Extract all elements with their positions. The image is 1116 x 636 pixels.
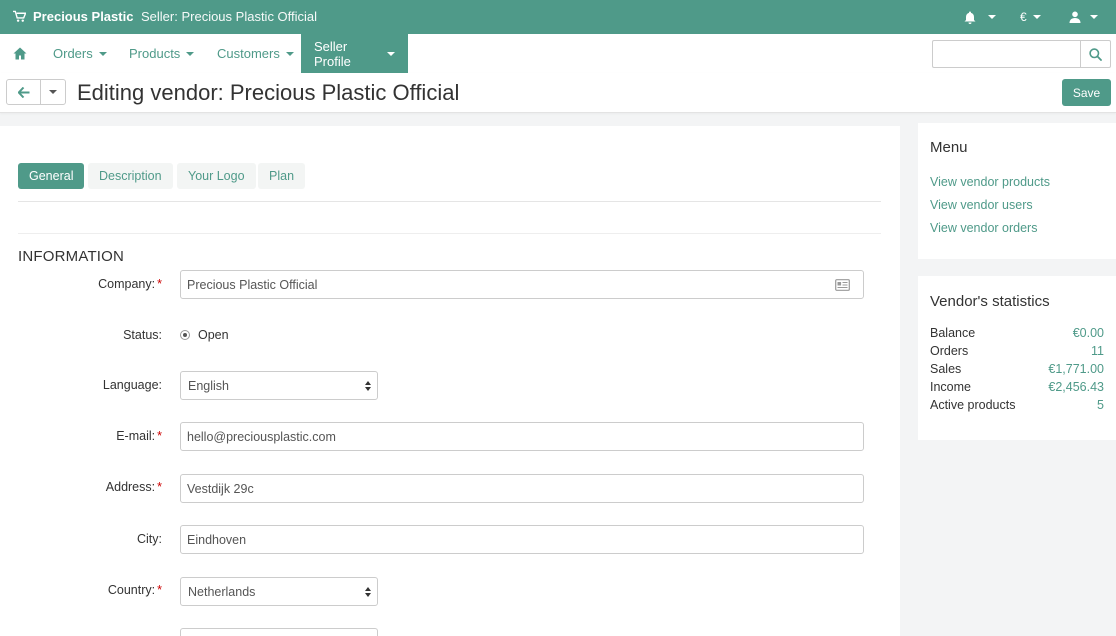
email-value: hello@preciousplastic.com [187,429,336,444]
email-field[interactable]: hello@preciousplastic.com [180,422,864,451]
chevron-down-icon [988,15,996,19]
required-mark: * [157,480,162,494]
contact-card-icon[interactable] [835,278,850,291]
required-mark: * [157,583,162,597]
arrow-left-icon [17,86,29,98]
country-label: Country: * [108,583,162,597]
company-value: Precious Plastic Official [187,277,318,292]
language-select[interactable]: English [180,371,378,400]
nav-customers[interactable]: Customers [204,34,307,73]
tab-your-logo[interactable]: Your Logo [177,163,256,189]
language-value: English [188,378,229,393]
status-open-label: Open [198,328,229,342]
brand-name[interactable]: Precious Plastic [33,9,133,24]
chevron-down-icon [98,51,107,56]
chevron-down-icon [1090,15,1098,19]
city-label: City: [137,532,162,546]
user-menu-dropdown[interactable] [1069,8,1098,26]
back-dropdown-button[interactable] [40,79,66,105]
stat-orders-label: Orders [930,344,969,358]
stat-income-label: Income [930,380,971,394]
notifications-dropdown[interactable] [964,8,996,26]
tabs-divider [18,201,881,202]
currency-dropdown[interactable]: € [1020,8,1041,26]
menu-title: Menu [930,139,968,156]
address-value: Vestdijk 29c [187,481,254,496]
stat-income-value[interactable]: €2,456.43 [1048,380,1104,394]
top-bar: Precious Plastic Seller: Precious Plasti… [0,0,1116,34]
nav-products[interactable]: Products [116,34,207,73]
chevron-down-icon [285,51,294,56]
currency-symbol: € [1020,10,1027,24]
chevron-down-icon [1032,15,1041,19]
address-label-text: Address: [105,480,156,494]
stat-balance-value[interactable]: €0.00 [1073,326,1104,340]
city-value: Eindhoven [187,532,247,547]
nav-seller-profile-label: Seller Profile [314,38,351,69]
search-input[interactable] [932,40,1081,68]
section-title: INFORMATION [18,248,125,265]
tab-general[interactable]: General [18,163,85,189]
view-vendor-orders-link[interactable]: View vendor orders [930,221,1037,235]
page-title: Editing vendor: Precious Plastic Officia… [77,80,460,105]
stat-active-products-value[interactable]: 5 [1097,398,1104,412]
chevron-down-icon [387,51,395,56]
select-arrows-icon [365,380,371,391]
company-label-text: Company: [98,277,156,291]
vendor-statistics-card: Vendor's statistics Balance €0.00 Orders… [918,276,1116,440]
company-field[interactable]: Precious Plastic Official [180,270,864,299]
address-label: Address: * [106,480,162,494]
stat-active-products-label: Active products [930,398,1016,412]
nav-customers-label: Customers [217,46,280,61]
status-label: Status: [123,328,162,342]
state-select[interactable] [180,628,378,636]
cart-icon [13,10,26,22]
status-open-radio[interactable] [180,330,190,340]
vendor-form-panel: General Description Your Logo Plan INFOR… [0,126,900,636]
nav-products-label: Products [129,46,181,61]
nav-seller-profile[interactable]: Seller Profile [301,34,408,73]
select-arrows-icon [365,586,371,597]
address-field[interactable]: Vestdijk 29c [180,474,864,503]
menu-card: Menu View vendor products View vendor us… [918,123,1116,259]
save-button[interactable]: Save [1062,79,1111,106]
company-label: Company: * [98,277,162,291]
stat-sales-label: Sales [930,362,962,376]
home-icon[interactable] [13,47,27,60]
country-label-text: Country: [107,583,156,597]
required-mark: * [157,429,162,443]
country-value: Netherlands [188,584,256,599]
language-label: Language: [102,378,162,392]
email-label-text: E-mail: [116,429,156,443]
tab-description[interactable]: Description [88,163,173,189]
search-icon [1089,47,1102,61]
email-label: E-mail: * [116,429,162,443]
stat-orders-value[interactable]: 11 [1091,344,1104,358]
search-button[interactable] [1080,40,1111,68]
nav-orders-label: Orders [53,46,93,61]
back-button[interactable] [6,79,41,105]
user-icon [1069,11,1081,23]
bell-icon [964,11,976,24]
section-divider [18,233,881,234]
chevron-down-icon [186,51,195,56]
page-header: Editing vendor: Precious Plastic Officia… [0,73,1116,113]
seller-name[interactable]: Seller: Precious Plastic Official [141,9,317,24]
country-select[interactable]: Netherlands [180,577,378,606]
main-navigation: Orders Products Customers Seller Profile [0,34,1116,73]
statistics-title: Vendor's statistics [930,293,1050,310]
stat-balance-label: Balance [930,326,976,340]
tab-plan[interactable]: Plan [258,163,306,189]
nav-orders[interactable]: Orders [40,34,120,73]
view-vendor-users-link[interactable]: View vendor users [930,198,1033,212]
view-vendor-products-link[interactable]: View vendor products [930,175,1050,189]
city-field[interactable]: Eindhoven [180,525,864,554]
chevron-down-icon [49,90,57,94]
stat-sales-value[interactable]: €1,771.00 [1048,362,1104,376]
required-mark: * [157,277,162,291]
